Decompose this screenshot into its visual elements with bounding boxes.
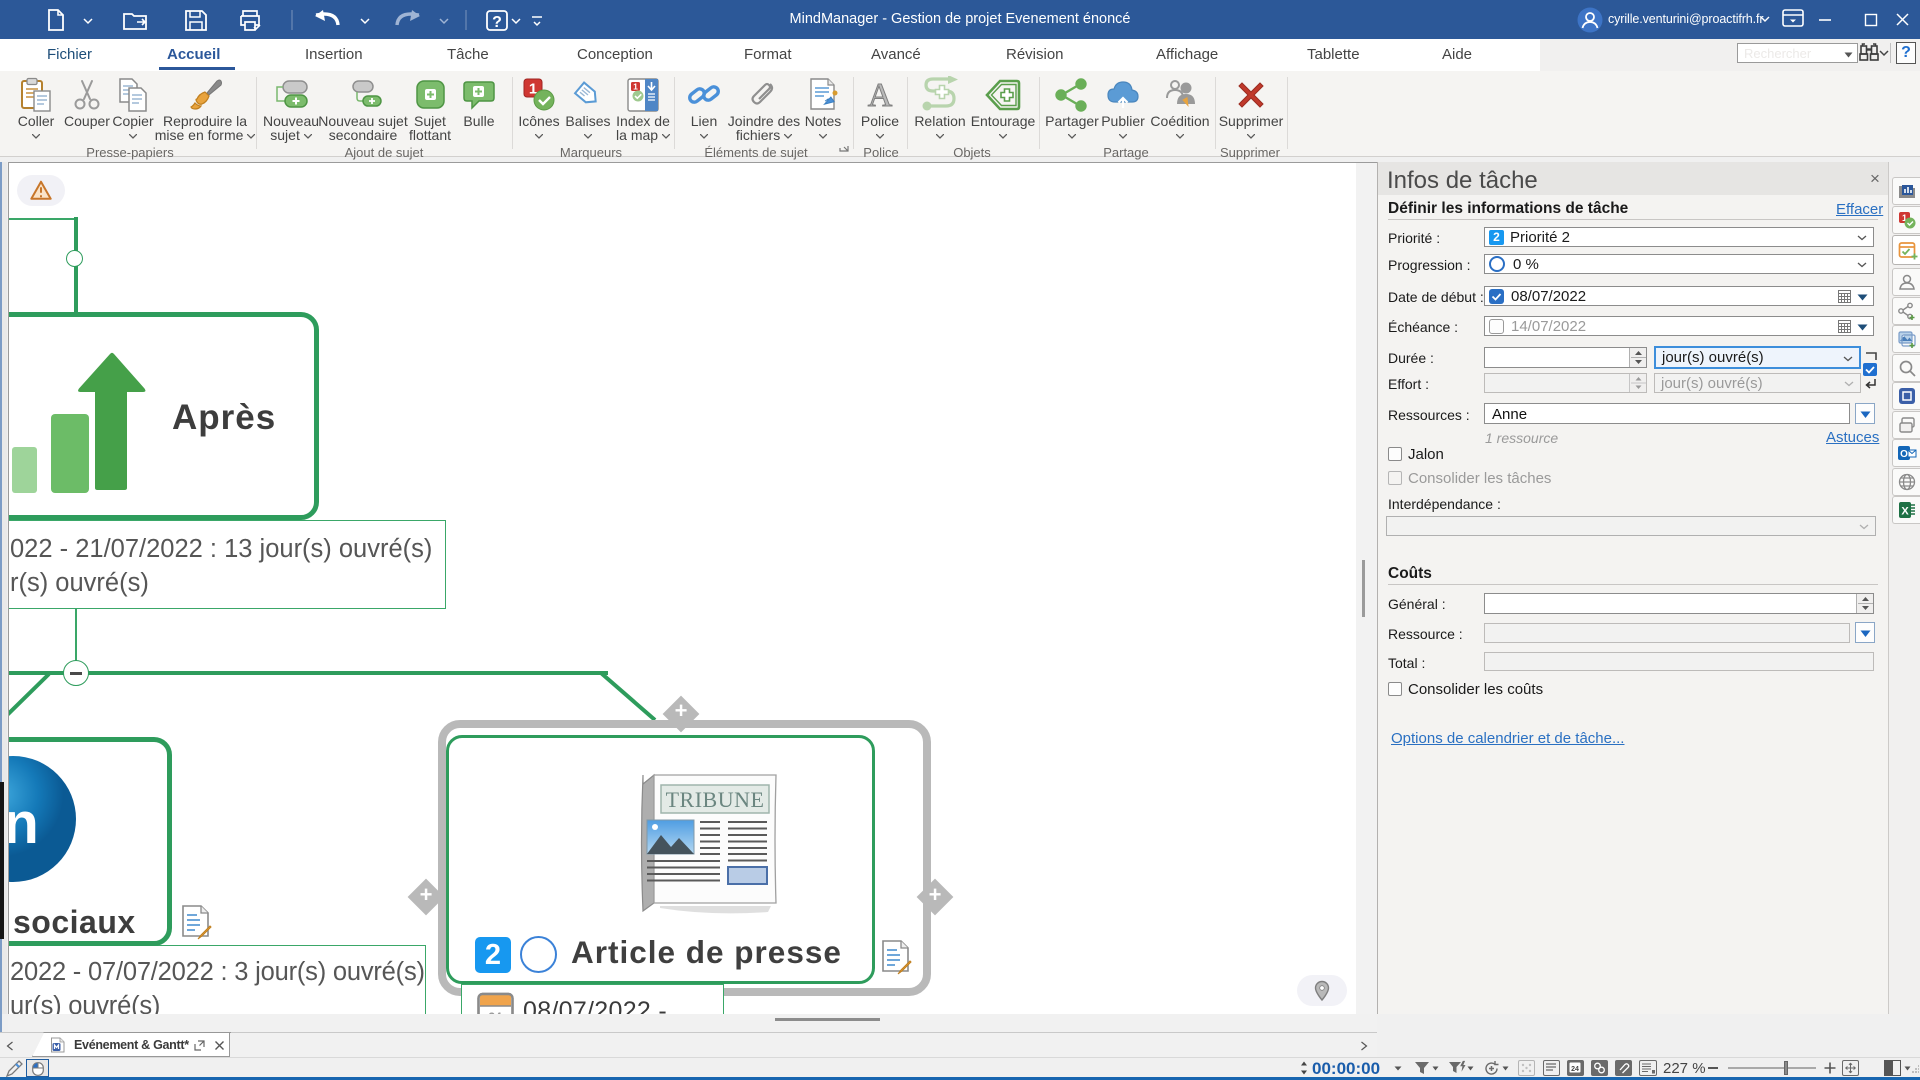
svg-text:in: in xyxy=(8,791,39,856)
svg-text:O: O xyxy=(1900,449,1908,460)
svg-text:24: 24 xyxy=(1571,1066,1579,1073)
svg-text:TRIBUNE: TRIBUNE xyxy=(666,787,765,812)
svg-text:A: A xyxy=(868,77,893,114)
svg-text:1: 1 xyxy=(633,82,638,92)
svg-text:X: X xyxy=(1901,506,1909,518)
